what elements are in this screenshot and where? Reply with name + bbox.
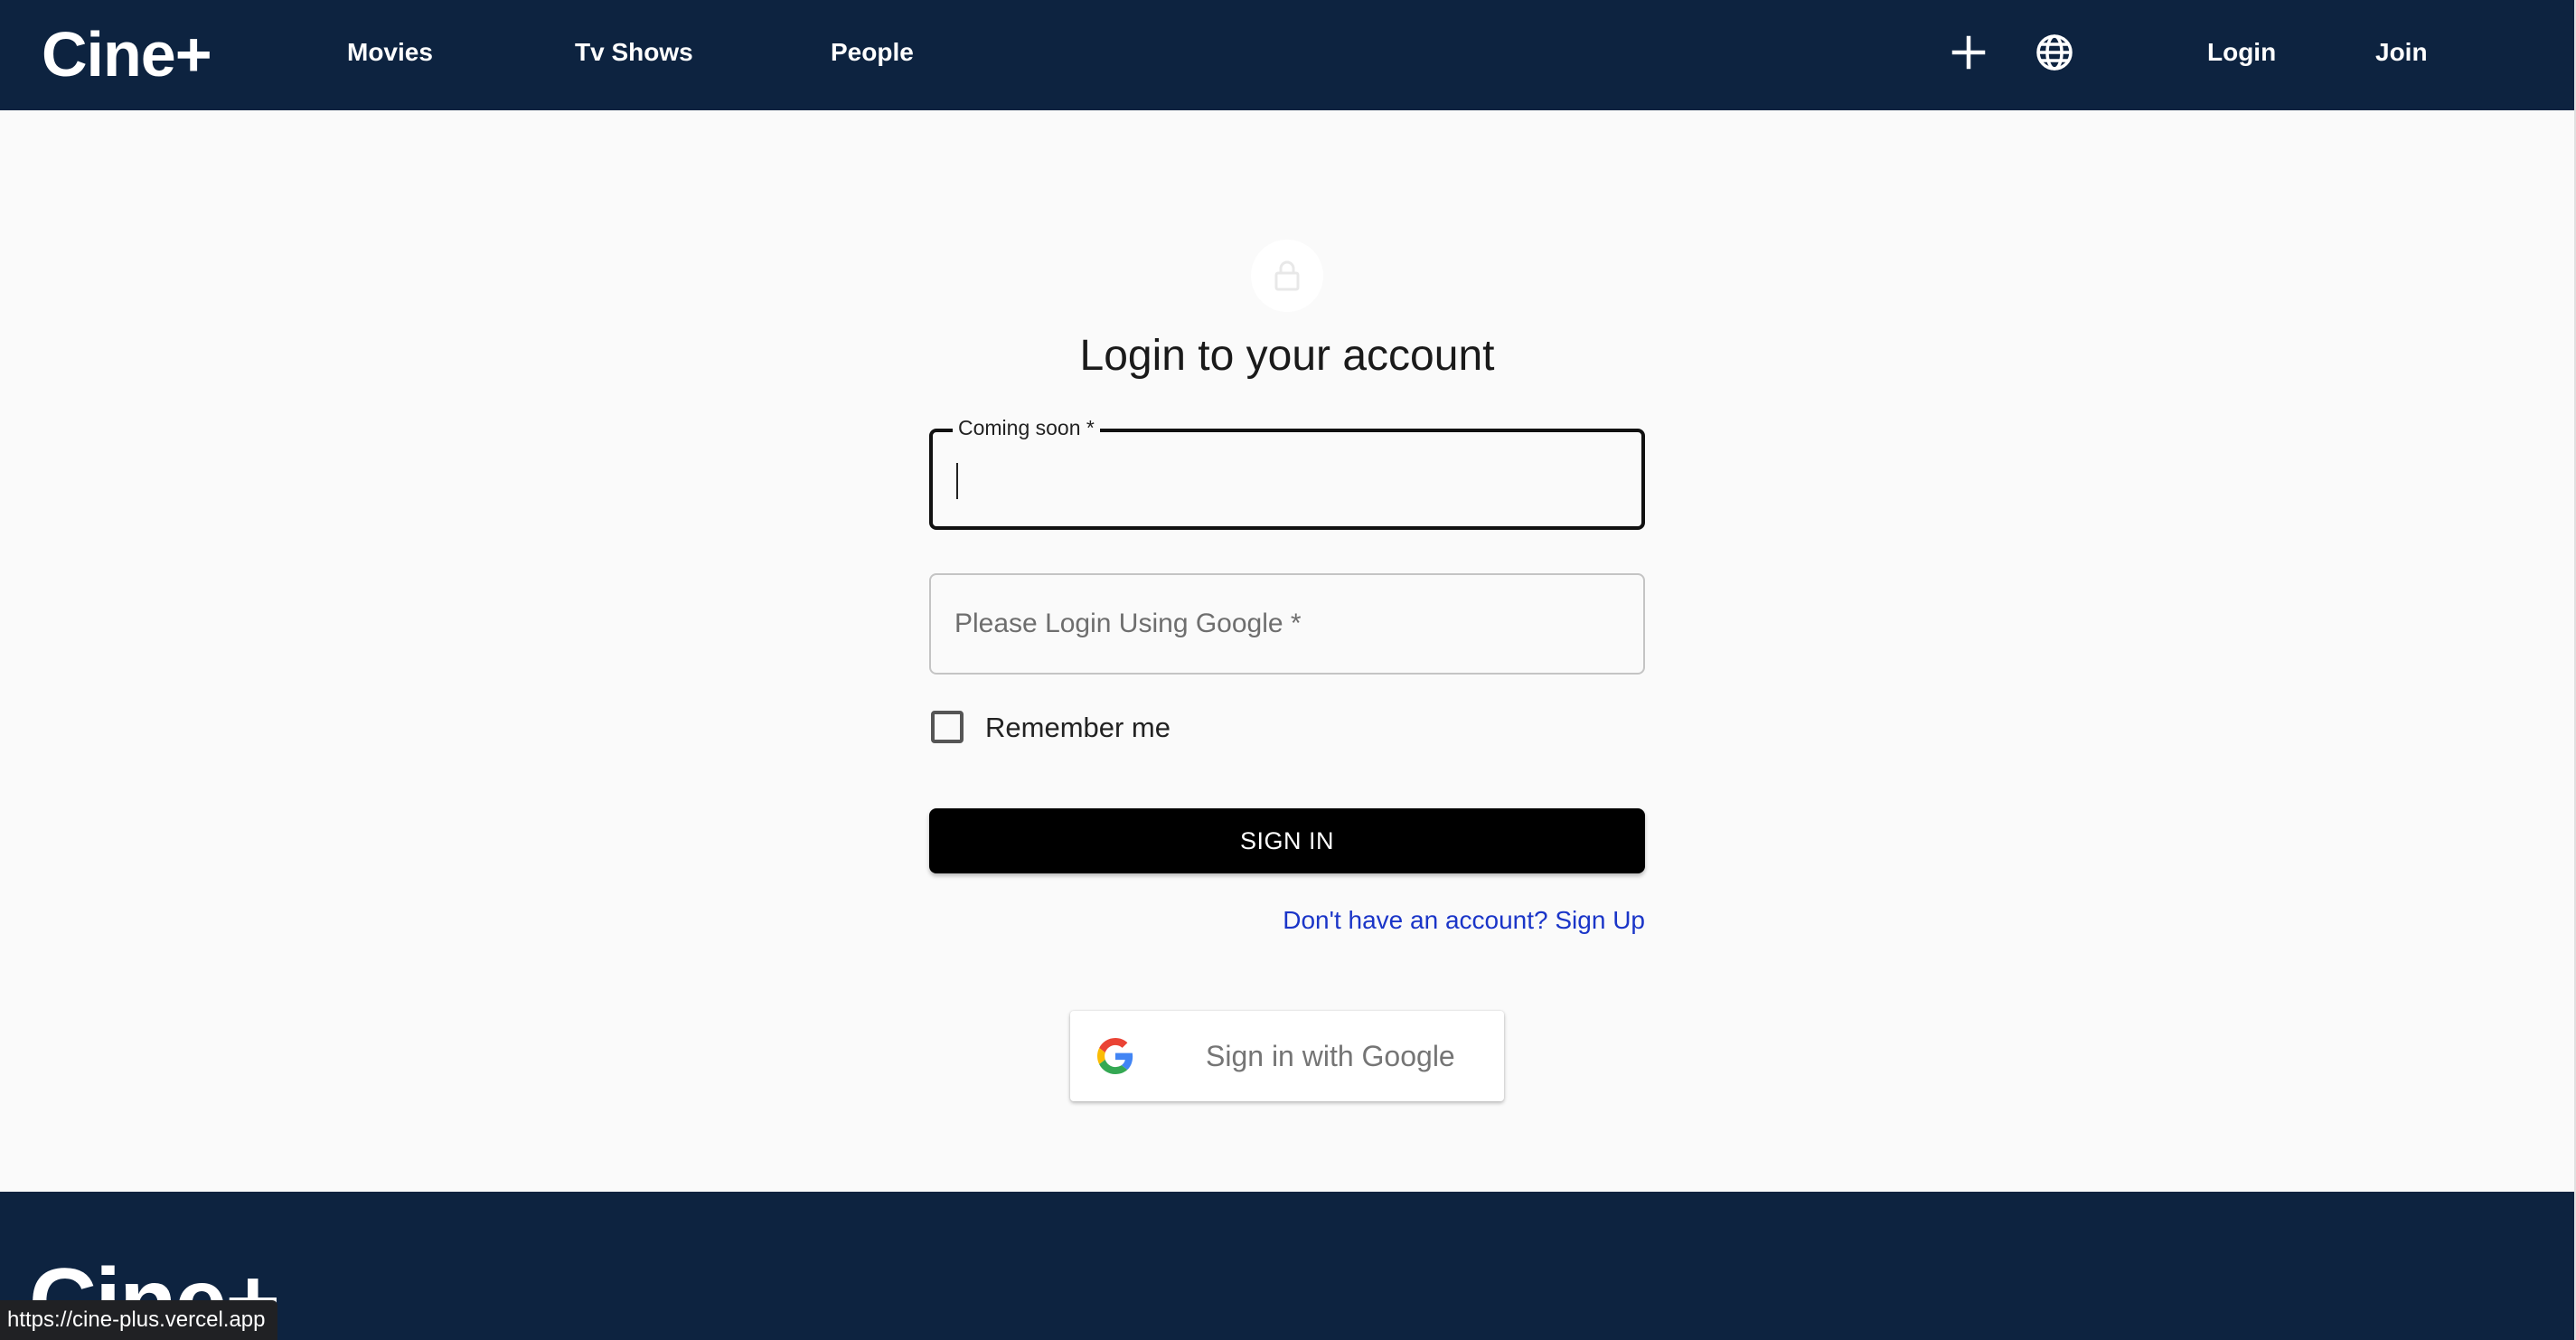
status-bar-url: https://cine-plus.vercel.app bbox=[0, 1300, 278, 1340]
remember-me-label[interactable]: Remember me bbox=[985, 711, 1170, 745]
google-login-field-placeholder: Please Login Using Google * bbox=[954, 609, 1302, 638]
nav-link-people[interactable]: People bbox=[831, 36, 914, 69]
google-sign-in-button[interactable]: Sign in with Google bbox=[1070, 1011, 1504, 1101]
login-title: Login to your account bbox=[1079, 332, 1495, 380]
join-link[interactable]: Join bbox=[2375, 36, 2428, 69]
sign-up-link[interactable]: Don't have an account? Sign Up bbox=[1283, 902, 1645, 939]
plus-icon[interactable] bbox=[1949, 33, 1988, 72]
top-navbar: Cine+ Movies Tv Shows People Login Join bbox=[0, 0, 2576, 110]
google-g-icon bbox=[1097, 1038, 1133, 1074]
brand-logo[interactable]: Cine+ bbox=[42, 18, 212, 90]
coming-soon-field-label: Coming soon * bbox=[953, 414, 1100, 441]
lock-avatar bbox=[1251, 240, 1323, 312]
coming-soon-field[interactable]: Coming soon * bbox=[929, 414, 1645, 530]
remember-me-checkbox[interactable] bbox=[931, 711, 964, 743]
footer: Cine+ bbox=[0, 1192, 2576, 1340]
globe-icon[interactable] bbox=[2035, 33, 2074, 72]
nav-link-movies[interactable]: Movies bbox=[347, 36, 433, 69]
lock-icon bbox=[1274, 260, 1300, 291]
sign-in-button[interactable]: SIGN IN bbox=[929, 808, 1645, 873]
google-login-field[interactable]: Please Login Using Google * bbox=[929, 573, 1645, 675]
google-sign-in-label: Sign in with Google bbox=[1206, 1040, 1455, 1072]
nav-link-tv-shows[interactable]: Tv Shows bbox=[575, 36, 693, 69]
login-link[interactable]: Login bbox=[2207, 36, 2276, 69]
text-caret bbox=[956, 463, 958, 499]
